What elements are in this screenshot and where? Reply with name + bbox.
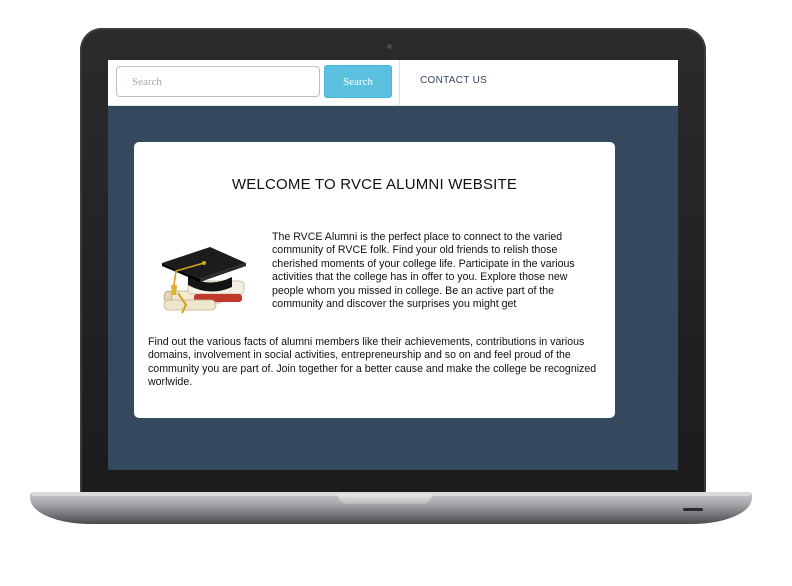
search-input[interactable] <box>116 66 320 97</box>
search-button[interactable]: Search <box>324 65 392 98</box>
page-title: WELCOME TO RVCE ALUMNI WEBSITE <box>231 176 518 193</box>
welcome-card: WELCOME TO RVCE ALUMNI WEBSITE The RVCE … <box>134 142 615 418</box>
laptop-opening-notch <box>338 494 432 504</box>
nav-divider <box>399 60 400 105</box>
laptop-vent <box>683 508 703 511</box>
detail-paragraph: Find out the various facts of alumni mem… <box>148 336 597 389</box>
laptop-screen: Search CONTACT US WELCOME TO RVCE ALUMNI… <box>108 60 678 470</box>
graduation-cap-icon <box>162 247 246 314</box>
contact-us-link[interactable]: CONTACT US <box>420 75 487 86</box>
top-navbar: Search CONTACT US <box>108 60 678 106</box>
intro-paragraph: The RVCE Alumni is the perfect place to … <box>272 231 575 311</box>
webcam-icon <box>387 44 392 49</box>
